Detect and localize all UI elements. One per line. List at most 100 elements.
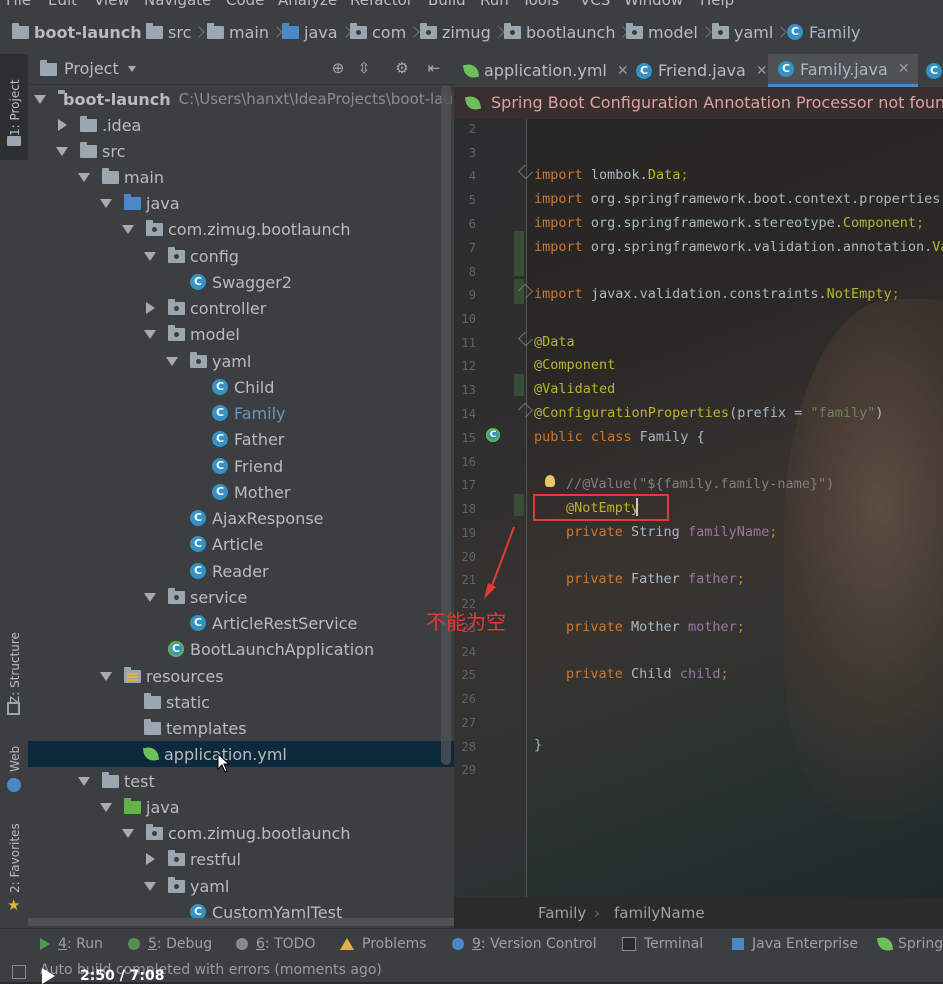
lightbulb-icon[interactable]	[545, 475, 555, 487]
chevron-down-icon	[166, 356, 178, 366]
tool-debug[interactable]: 5: Debug	[128, 936, 212, 952]
tree-item-main[interactable]: main	[28, 164, 454, 190]
gear-icon[interactable]: ⚙	[394, 60, 410, 76]
menu-analyze[interactable]: Analyze	[278, 0, 337, 9]
class-icon: C	[212, 458, 228, 474]
horizontal-scrollbar[interactable]	[28, 918, 454, 926]
menu-help[interactable]: Help	[700, 0, 734, 9]
tree-item-test-yaml[interactable]: yaml	[28, 873, 454, 899]
package-icon	[168, 849, 185, 866]
tab-friend-java[interactable]: C Friend.java ✕	[626, 54, 772, 87]
code-editor[interactable]: 2 3 4 5 6 7 8 9 10 11 12 13 14 15 16 17 …	[454, 119, 943, 897]
tool-problems[interactable]: Problems	[340, 936, 427, 952]
tree-item-articlerestservice[interactable]: C ArticleRestService	[28, 610, 454, 636]
menu-navigate[interactable]: Navigate	[144, 0, 211, 9]
tree-item-application-yml[interactable]: application.yml	[28, 741, 454, 767]
tree-item-service[interactable]: service	[28, 584, 454, 610]
tree-item-java[interactable]: java	[28, 190, 454, 216]
tab-family-java[interactable]: C Family.java ✕	[768, 54, 918, 87]
class-icon: C	[212, 405, 228, 421]
crumb-family[interactable]: C Family	[787, 22, 860, 42]
crumb-com[interactable]: com	[350, 22, 426, 42]
tool-version-control[interactable]: 9: Version Control	[452, 936, 597, 952]
tree-item-test-package[interactable]: com.zimug.bootlaunch	[28, 820, 454, 846]
class-icon: C	[190, 536, 206, 552]
tree-item-restful[interactable]: restful	[28, 846, 454, 872]
tool-tab-structure[interactable]: Z: Structure	[0, 614, 28, 724]
crumb-model[interactable]: model	[626, 22, 718, 42]
tree-item-article[interactable]: C Article	[28, 531, 454, 557]
menu-view[interactable]: View	[94, 0, 130, 9]
crumb-java[interactable]: java	[282, 22, 358, 42]
chevron-right-icon	[271, 26, 283, 38]
tree-item-config[interactable]: config	[28, 243, 454, 269]
tree-item-root[interactable]: boot-launch C:\Users\hanxt\IdeaProjects\b…	[28, 86, 454, 112]
tree-item-mother[interactable]: C Mother	[28, 479, 454, 505]
tree-item-child[interactable]: C Child	[28, 374, 454, 400]
close-icon[interactable]: ✕	[756, 63, 768, 79]
collapse-all-icon[interactable]: ⇳	[356, 60, 372, 76]
tree-item-reader[interactable]: C Reader	[28, 558, 454, 584]
chevron-down-icon[interactable]	[128, 66, 136, 72]
editor-crumb-class[interactable]: Family	[538, 904, 586, 922]
code-line-12: @Component	[534, 357, 616, 373]
menu-edit[interactable]: Edit	[48, 0, 77, 9]
tree-item-src[interactable]: src	[28, 138, 454, 164]
crumb-zimug[interactable]: zimug	[420, 22, 511, 42]
menu-build[interactable]: Build	[428, 0, 466, 9]
crumb-yaml[interactable]: yaml	[712, 22, 793, 42]
tree-item-model[interactable]: model	[28, 321, 454, 347]
chevron-down-icon	[144, 329, 156, 339]
tree-item-yaml[interactable]: yaml	[28, 348, 454, 374]
tool-tab-web[interactable]: Web	[0, 734, 28, 794]
hide-panel-icon[interactable]: ⇤	[426, 60, 442, 76]
crumb-bootlaunch[interactable]: bootlaunch	[504, 22, 635, 42]
tool-java-enterprise[interactable]: Java Enterprise	[732, 936, 858, 952]
menu-run[interactable]: Run	[480, 0, 509, 9]
crumb-main[interactable]: main	[207, 22, 289, 42]
editor-crumb-field[interactable]: familyName	[614, 904, 705, 922]
menu-tools[interactable]: Tools	[522, 0, 559, 9]
tool-tab-project[interactable]: 1: Project	[0, 54, 28, 160]
tree-item-friend[interactable]: C Friend	[28, 453, 454, 479]
tool-todo[interactable]: 6: TODO	[236, 936, 315, 952]
menu-code[interactable]: Code	[226, 0, 264, 9]
tree-item-swagger2[interactable]: C Swagger2	[28, 269, 454, 295]
menu-file[interactable]: File	[6, 0, 31, 9]
navigation-breadcrumb: boot-launch src main java com zimug boot…	[0, 10, 943, 55]
tree-item-controller[interactable]: controller	[28, 295, 454, 321]
tool-tab-favorites[interactable]: 2: Favorites ★	[0, 814, 28, 919]
tool-run[interactable]: 4: Run	[40, 936, 103, 952]
crumb-src[interactable]: src	[146, 22, 211, 42]
project-view-selector[interactable]: Project	[64, 59, 119, 78]
menu-window[interactable]: Window	[624, 0, 683, 9]
class-icon: C	[190, 274, 206, 290]
tree-item-bootlaunchapplication[interactable]: C BootLaunchApplication	[28, 636, 454, 662]
locate-icon[interactable]: ⊕	[330, 60, 346, 76]
tree-item-family[interactable]: C Family	[28, 400, 454, 426]
notification-banner: Spring Boot Configuration Annotation Pro…	[454, 87, 943, 120]
crumb-project[interactable]: boot-launch	[12, 22, 162, 42]
tree-item-test-java[interactable]: java	[28, 794, 454, 820]
tree-item-resources[interactable]: resources	[28, 663, 454, 689]
editor-breadcrumb: Family › familyName	[454, 897, 943, 928]
class-icon: C	[926, 62, 942, 79]
tree-item-idea[interactable]: .idea	[28, 112, 454, 138]
menu-refactor[interactable]: Refactor	[350, 0, 413, 9]
project-scrollbar[interactable]	[441, 85, 451, 765]
tree-item-templates[interactable]: templates	[28, 715, 454, 741]
spring-bean-icon[interactable]: C	[486, 428, 500, 442]
background-image	[784, 299, 943, 819]
structure-icon	[7, 702, 20, 715]
tool-terminal[interactable]: Terminal	[622, 936, 703, 952]
tree-item-ajaxresponse[interactable]: C AjaxResponse	[28, 505, 454, 531]
tree-item-father[interactable]: C Father	[28, 426, 454, 452]
tool-spring[interactable]: Spring	[876, 935, 943, 953]
menu-vcs[interactable]: VCS	[580, 0, 610, 9]
close-icon[interactable]: ✕	[898, 61, 910, 77]
tree-item-package[interactable]: com.zimug.bootlaunch	[28, 216, 454, 242]
tree-item-static[interactable]: static	[28, 689, 454, 715]
tab-overflow[interactable]: C	[916, 54, 943, 87]
tree-item-test[interactable]: test	[28, 768, 454, 794]
tab-application-yml[interactable]: application.yml ✕	[454, 54, 629, 87]
